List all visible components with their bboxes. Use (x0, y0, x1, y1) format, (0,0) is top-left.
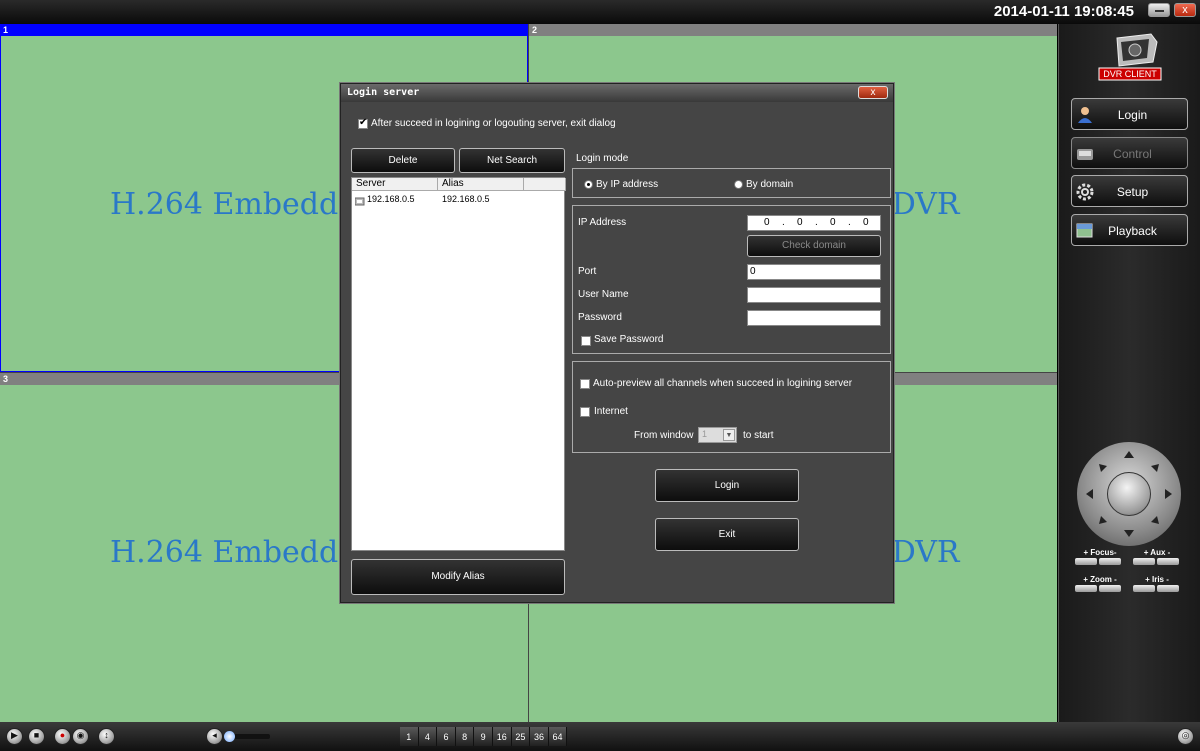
record-icon[interactable]: ● (54, 728, 71, 745)
server-column-header[interactable]: Server (352, 178, 438, 191)
username-label: User Name (578, 289, 629, 300)
pane-header: 2 (529, 24, 1057, 36)
iris-plus-button[interactable] (1133, 585, 1155, 592)
iris-minus-button[interactable] (1157, 585, 1179, 592)
svg-text:DVR CLIENT: DVR CLIENT (1103, 69, 1157, 79)
autopreview-label: Auto-preview all channels when succeed i… (593, 378, 853, 389)
volume-slider-handle[interactable] (224, 731, 235, 742)
password-label: Password (578, 312, 622, 323)
ptz-joystick[interactable] (1077, 442, 1181, 546)
focus-label: + Focus- (1083, 548, 1117, 557)
split-16-button[interactable]: 16 (492, 727, 512, 746)
split-4-button[interactable]: 4 (418, 727, 438, 746)
iris-label: + Iris - (1145, 575, 1169, 584)
port-label: Port (578, 266, 597, 277)
control-side-button[interactable]: Control (1071, 137, 1188, 169)
window-close-button[interactable]: x (1174, 3, 1196, 17)
preview-options-group: Auto-preview all channels when succeed i… (572, 361, 891, 453)
server-credentials-group: IP Address 0 . 0 . 0 . 0 Check domain Po… (572, 205, 891, 354)
capture-icon[interactable]: ◉ (72, 728, 89, 745)
server-cell: 192.168.0.5 (367, 194, 415, 204)
modify-alias-button[interactable]: Modify Alias (351, 559, 565, 595)
alias-column-header[interactable]: Alias (438, 178, 524, 191)
aux-plus-button[interactable] (1133, 558, 1155, 565)
table-row[interactable]: 192.168.0.5 192.168.0.5 (352, 192, 564, 206)
autopreview-checkbox[interactable] (580, 379, 590, 389)
internet-label: Internet (594, 406, 628, 417)
by-domain-label: By domain (746, 179, 794, 190)
to-start-label: to start (743, 430, 774, 441)
dialog-title-bar[interactable]: Login server x (341, 84, 893, 102)
from-window-select[interactable]: 1 ▼ (698, 427, 737, 443)
username-input[interactable] (747, 287, 881, 303)
ip-address-label: IP Address (578, 217, 627, 228)
password-input[interactable] (747, 310, 881, 326)
chevron-down-icon: ▼ (723, 429, 735, 441)
delete-button[interactable]: Delete (351, 148, 455, 173)
dvr-client-logo: DVR CLIENT (1095, 32, 1165, 88)
playback-side-button[interactable]: Playback (1071, 214, 1188, 246)
fullscreen-icon[interactable]: ◎ (1177, 728, 1194, 745)
server-list[interactable]: Server Alias 192.168.0.5 192.168.0.5 (351, 177, 566, 551)
stop-icon[interactable]: ■ (28, 728, 45, 745)
aux-label: + Aux - (1143, 548, 1171, 557)
from-window-label: From window (634, 430, 694, 441)
login-mode-label: Login mode (576, 153, 629, 164)
exit-dialog-label: After succeed in logining or logouting s… (371, 118, 616, 129)
setup-side-button[interactable]: Setup (1071, 175, 1188, 207)
pane-header: 1 (0, 24, 528, 36)
dvr-client-window: 2014-01-11 19:08:45 x 1 H.264 Embedded D… (0, 0, 1200, 751)
dialog-close-button[interactable]: x (858, 86, 888, 99)
server-icon (354, 194, 366, 212)
save-password-checkbox[interactable] (581, 336, 591, 346)
by-ip-radio[interactable] (584, 180, 593, 189)
split-1-button[interactable]: 1 (400, 727, 419, 746)
split-8-button[interactable]: 8 (455, 727, 475, 746)
net-search-button[interactable]: Net Search (459, 148, 565, 173)
title-bar: 2014-01-11 19:08:45 x (0, 0, 1200, 24)
split-36-button[interactable]: 36 (530, 727, 549, 746)
port-input[interactable]: 0 (747, 264, 881, 280)
empty-column-header (524, 178, 566, 191)
alias-cell: 192.168.0.5 (442, 194, 490, 204)
login-server-dialog: Login server x After succeed in logining… (340, 83, 894, 603)
ptz-direction-arrows-icon[interactable] (1077, 442, 1181, 546)
split-64-button[interactable]: 64 (548, 727, 568, 746)
zoom-minus-button[interactable] (1099, 585, 1121, 592)
ip-address-input[interactable]: 0 . 0 . 0 . 0 (747, 215, 881, 231)
check-domain-button[interactable]: Check domain (747, 235, 881, 257)
login-side-button[interactable]: Login (1071, 98, 1188, 130)
focus-minus-button[interactable] (1099, 558, 1121, 565)
split-6-button[interactable]: 6 (437, 727, 456, 746)
split-screen-buttons: 1 4 6 8 9 16 25 36 64 (400, 727, 568, 747)
aux-minus-button[interactable] (1157, 558, 1179, 565)
split-25-button[interactable]: 25 (511, 727, 531, 746)
exit-button[interactable]: Exit (655, 518, 799, 551)
zoom-label: + Zoom - (1083, 575, 1117, 584)
focus-plus-button[interactable] (1075, 558, 1097, 565)
control-sidebar: DVR CLIENT Login Control Setup Playback … (1058, 24, 1200, 722)
bottom-toolbar: ▶ ■ ● ◉ ↕ ◂ 1 4 6 8 9 16 25 36 64 ◎ (0, 722, 1200, 751)
datetime-display: 2014-01-11 19:08:45 (993, 3, 1134, 20)
audio-icon[interactable]: ↕ (98, 728, 115, 745)
login-mode-group: By IP address By domain (572, 168, 891, 198)
by-domain-radio[interactable] (734, 180, 743, 189)
save-password-label: Save Password (594, 334, 664, 345)
volume-icon[interactable]: ◂ (206, 728, 223, 745)
dialog-title: Login server (347, 87, 420, 98)
internet-checkbox[interactable] (580, 407, 590, 417)
play-icon[interactable]: ▶ (6, 728, 23, 745)
login-button[interactable]: Login (655, 469, 799, 502)
exit-dialog-checkbox[interactable] (358, 117, 368, 129)
zoom-plus-button[interactable] (1075, 585, 1097, 592)
by-ip-label: By IP address (596, 179, 659, 190)
split-9-button[interactable]: 9 (474, 727, 493, 746)
minimize-button[interactable] (1148, 3, 1170, 17)
